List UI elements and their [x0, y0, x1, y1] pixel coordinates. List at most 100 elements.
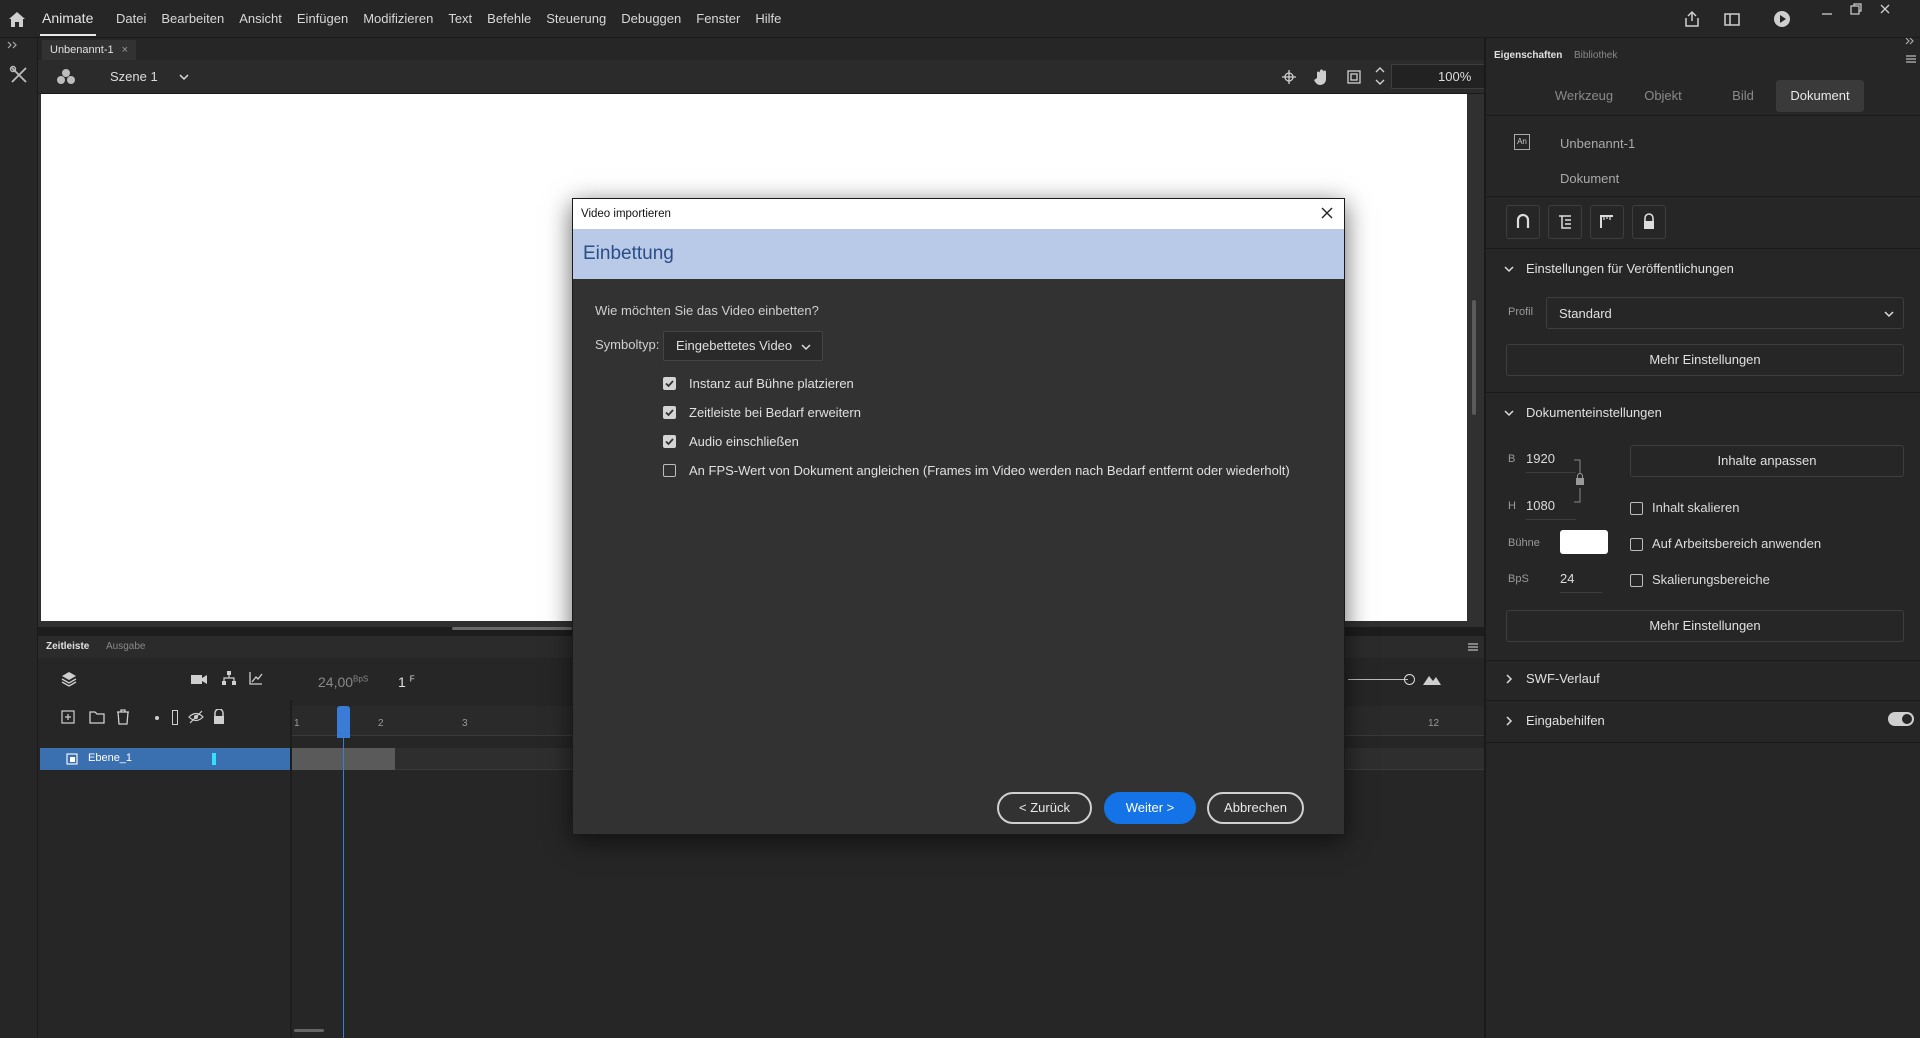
- seg-tool[interactable]: Werkzeug: [1546, 80, 1622, 112]
- menu-item-modifizieren[interactable]: Modifizieren: [363, 11, 433, 26]
- center-stage-icon[interactable]: [1281, 69, 1297, 85]
- menu-item-text[interactable]: Text: [448, 11, 472, 26]
- match-fps-checkbox[interactable]: [663, 464, 676, 477]
- menu-item-bearbeiten[interactable]: Bearbeiten: [161, 11, 224, 26]
- seg-document[interactable]: Dokument: [1776, 80, 1864, 112]
- seg-object[interactable]: Objekt: [1628, 80, 1698, 112]
- more-settings-button-2[interactable]: Mehr Einstellungen: [1506, 610, 1904, 642]
- fps-label: BpS: [1508, 573, 1529, 585]
- zoom-slider-thumb[interactable]: [1404, 674, 1415, 685]
- scene-icon[interactable]: [56, 67, 76, 87]
- height-input[interactable]: 1080: [1526, 498, 1576, 520]
- menu-item-einfuegen[interactable]: Einfügen: [297, 11, 348, 26]
- scene-selector[interactable]: Szene 1: [110, 69, 158, 84]
- document-tab[interactable]: Unbenannt-1 ×: [42, 40, 137, 60]
- play-icon[interactable]: [1772, 9, 1792, 29]
- scale-regions-checkbox[interactable]: [1630, 574, 1643, 587]
- chevron-right-icon[interactable]: [1504, 716, 1514, 726]
- document-settings-title[interactable]: Dokumenteinstellungen: [1526, 405, 1662, 420]
- stage-vertical-scrollbar[interactable]: [1472, 300, 1476, 415]
- close-window-icon[interactable]: [1878, 2, 1892, 16]
- lock-icon[interactable]: [212, 709, 226, 725]
- close-icon[interactable]: [1318, 204, 1336, 222]
- zoom-slider-track[interactable]: [1348, 679, 1408, 680]
- layers-icon[interactable]: [60, 670, 78, 688]
- include-audio-checkbox[interactable]: [663, 435, 676, 448]
- share-icon[interactable]: [1682, 9, 1702, 29]
- fps-input[interactable]: 24: [1560, 571, 1602, 593]
- layer-row[interactable]: Ebene_1: [40, 748, 290, 770]
- expand-panel-icon[interactable]: [6, 40, 20, 50]
- hand-icon[interactable]: [1313, 68, 1331, 86]
- next-button[interactable]: Weiter >: [1104, 792, 1196, 824]
- seg-frame[interactable]: Bild: [1708, 80, 1778, 112]
- menu-item-debuggen[interactable]: Debuggen: [621, 11, 681, 26]
- back-button[interactable]: < Zurück: [997, 792, 1092, 824]
- fit-content-button[interactable]: Inhalte anpassen: [1630, 445, 1904, 477]
- zoom-stepper-icon[interactable]: [1374, 64, 1386, 88]
- menu-item-befehle[interactable]: Befehle: [487, 11, 531, 26]
- tools-icon[interactable]: [8, 64, 30, 86]
- chevron-right-icon[interactable]: [1504, 674, 1514, 684]
- graph-icon[interactable]: [248, 670, 264, 686]
- add-layer-icon[interactable]: [61, 710, 75, 724]
- parenting-icon[interactable]: [221, 670, 237, 686]
- frame-value: 1: [398, 674, 406, 690]
- apply-workspace-checkbox[interactable]: [1630, 538, 1643, 551]
- accessibility-toggle[interactable]: [1888, 712, 1914, 726]
- fps-display[interactable]: 24,00BpS: [318, 674, 368, 690]
- trash-icon[interactable]: [116, 709, 130, 725]
- timeline-scrollbar[interactable]: [294, 1029, 324, 1032]
- menu-item-hilfe[interactable]: Hilfe: [755, 11, 781, 26]
- tab-library[interactable]: Bibliothek: [1574, 50, 1617, 61]
- restore-icon[interactable]: [1849, 2, 1863, 16]
- collapse-panel-icon[interactable]: [1904, 36, 1916, 46]
- chevron-down-icon[interactable]: [1504, 264, 1514, 274]
- scale-content-checkbox[interactable]: [1630, 502, 1643, 515]
- symbol-type-select[interactable]: Eingebettetes Video: [663, 331, 823, 361]
- home-icon[interactable]: [6, 9, 28, 29]
- playhead[interactable]: [337, 706, 350, 738]
- swf-history-title[interactable]: SWF-Verlauf: [1526, 671, 1600, 686]
- symbol-type-label: Symboltyp:: [595, 337, 660, 352]
- accessibility-title[interactable]: Eingabehilfen: [1526, 713, 1605, 728]
- frame-display[interactable]: 1 F: [398, 674, 415, 690]
- menu-item-ansicht[interactable]: Ansicht: [239, 11, 282, 26]
- publish-settings-title[interactable]: Einstellungen für Veröffentlichungen: [1526, 261, 1734, 276]
- mountain-icon[interactable]: [1422, 672, 1442, 686]
- chevron-down-icon[interactable]: [178, 72, 190, 82]
- clip-icon[interactable]: [1346, 69, 1362, 85]
- profile-select[interactable]: Standard: [1546, 297, 1904, 329]
- tab-timeline[interactable]: Zeitleiste: [46, 641, 89, 652]
- panel-menu-icon[interactable]: [1468, 642, 1478, 652]
- link-proportions-icon[interactable]: [1572, 458, 1586, 506]
- fps-value: 24,00: [318, 674, 354, 690]
- tab-output[interactable]: Ausgabe: [106, 641, 145, 652]
- layer-color-swatch[interactable]: [212, 753, 216, 765]
- menu-item-fenster[interactable]: Fenster: [696, 11, 740, 26]
- tab-close-icon[interactable]: ×: [122, 44, 128, 56]
- place-instance-checkbox[interactable]: [663, 377, 676, 390]
- folder-icon[interactable]: [89, 710, 105, 724]
- stage-scrollbar[interactable]: [452, 627, 572, 630]
- eye-hidden-icon[interactable]: [188, 710, 204, 724]
- width-input[interactable]: 1920: [1526, 451, 1576, 473]
- workspace-icon[interactable]: [1722, 9, 1742, 29]
- tab-properties[interactable]: Eigenschaften: [1494, 50, 1562, 61]
- lock-guides-button[interactable]: [1632, 205, 1666, 239]
- camera-icon[interactable]: [190, 671, 208, 687]
- minimize-icon[interactable]: [1820, 4, 1834, 18]
- guides-button[interactable]: [1548, 205, 1582, 239]
- rulers-button[interactable]: [1590, 205, 1624, 239]
- menu-item-datei[interactable]: Datei: [116, 11, 146, 26]
- panel-options-icon[interactable]: [1906, 54, 1916, 64]
- outline-icon[interactable]: [172, 710, 178, 725]
- chevron-down-icon[interactable]: [1504, 408, 1514, 418]
- extend-timeline-checkbox[interactable]: [663, 406, 676, 419]
- dot-icon[interactable]: [155, 716, 159, 720]
- stage-color-swatch[interactable]: [1560, 530, 1608, 554]
- more-settings-button[interactable]: Mehr Einstellungen: [1506, 344, 1904, 376]
- snap-button[interactable]: [1506, 205, 1540, 239]
- cancel-button[interactable]: Abbrechen: [1207, 792, 1304, 824]
- menu-item-steuerung[interactable]: Steuerung: [546, 11, 606, 26]
